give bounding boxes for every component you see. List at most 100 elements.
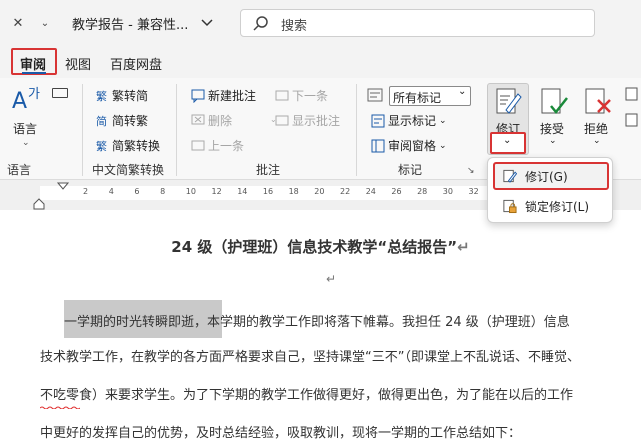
next-change-icon[interactable] (624, 112, 638, 131)
group-label-comments: 批注 (256, 163, 281, 177)
accept-label: 接受 (540, 122, 565, 136)
svg-text:A: A (12, 89, 27, 114)
ruler-number: 10 (185, 187, 196, 196)
keyboard-icon[interactable] (52, 88, 68, 98)
markup-icon (367, 88, 383, 105)
ruler-number: 18 (288, 187, 299, 196)
ruler-number: 8 (160, 187, 166, 196)
title-bar: ✕ ⌄ 教学报告 - 兼容性... 搜索 (0, 0, 641, 46)
accept-button[interactable]: 接受 (540, 120, 564, 137)
delete-comment-label: 删除 (208, 114, 233, 128)
track-changes-dropdown[interactable]: ⌄ (490, 132, 526, 154)
language-label: 语言 (13, 122, 38, 136)
show-comments-label: 显示批注 (292, 114, 341, 128)
show-markup-icon (370, 113, 385, 128)
reject-icon (583, 86, 613, 121)
paragraph-mark: ↵ (326, 272, 337, 286)
conversion-icon: 繁 (96, 139, 107, 153)
reject-button[interactable]: 拒绝 (584, 120, 608, 137)
ruler-number: 6 (134, 187, 140, 196)
chevron-down-icon[interactable]: ⌄ (593, 136, 601, 146)
search-input[interactable]: 搜索 (240, 9, 595, 37)
svg-text:가: 가 (28, 87, 40, 102)
ruler-number: 20 (314, 187, 325, 196)
ruler-number: 30 (442, 187, 453, 196)
previous-change-icon[interactable] (624, 86, 638, 105)
reject-label: 拒绝 (584, 122, 609, 136)
previous-comment-button[interactable]: 上一条 (190, 137, 244, 154)
new-comment-label: 新建批注 (208, 89, 257, 103)
chevron-down-icon: ⌄ (439, 115, 447, 126)
divider (356, 84, 357, 176)
tab-review[interactable]: 审阅 (20, 54, 46, 73)
delete-comment-button[interactable]: 删除 (190, 112, 232, 129)
show-markup-label: 显示标记 (388, 114, 437, 128)
active-tab-indicator (22, 72, 46, 74)
convert-button[interactable]: 繁简繁转换 (94, 137, 160, 154)
reviewing-pane-icon (370, 138, 385, 153)
track-changes-icon (494, 86, 522, 119)
first-line-indent-marker[interactable] (56, 181, 70, 195)
show-comments-button[interactable]: 显示批注 (274, 112, 340, 129)
next-comment-button[interactable]: 下一条 (274, 87, 328, 104)
reviewing-pane-label: 审阅窗格 (388, 139, 437, 153)
divider (176, 84, 177, 176)
ruler-number: 2 (83, 187, 89, 196)
paragraph-line: 中更好的发挥自己的优势，及时总结经验，吸取教训，现将一学期的工作总结如下： (40, 426, 522, 441)
document-title: 教学报告 - 兼容性... (72, 18, 189, 33)
menu-item-label: 修订(G) (525, 169, 568, 184)
heading-text: 24 级（护理班）信息技术教学“总结报告” (171, 238, 458, 256)
conversion-icon: 繁 (96, 89, 107, 103)
language-button[interactable]: 语言 (13, 120, 37, 137)
chevron-down-icon[interactable]: ⌄ (549, 136, 557, 146)
show-markup-button[interactable]: 显示标记 ⌄ (370, 112, 447, 129)
track-changes-icon (502, 169, 517, 184)
ruler-number: 26 (391, 187, 402, 196)
ruler-number: 14 (237, 187, 248, 196)
document-heading: 24 级（护理班）信息技术教学“总结报告”↵ (0, 236, 641, 257)
convert-label: 简繁转换 (112, 139, 161, 153)
ruler-number: 22 (340, 187, 351, 196)
menu-item-label: 锁定修订(L) (525, 199, 590, 214)
spelling-squiggle (39, 398, 81, 410)
new-comment-button[interactable]: 新建批注 (190, 87, 256, 104)
menu-item-lock-tracking[interactable]: 锁定修订(L) (494, 193, 606, 219)
to-traditional-label: 简转繁 (112, 114, 149, 128)
ribbon-tabs: 审阅 视图 百度网盘 (0, 46, 641, 78)
ruler-number: 12 (211, 187, 222, 196)
tab-baidu-netdisk[interactable]: 百度网盘 (110, 54, 162, 73)
paragraph-line: 技术教学工作，在教学的各方面严格要求自己，坚持课堂“三不”（即课堂上不乱说话、不… (40, 350, 580, 365)
previous-comment-label: 上一条 (208, 139, 245, 153)
tab-view[interactable]: 视图 (65, 54, 91, 73)
to-simplified-button[interactable]: 繁繁转简 (94, 87, 148, 104)
reviewing-pane-button[interactable]: 审阅窗格 ⌄ (370, 137, 447, 154)
new-comment-icon (190, 88, 205, 103)
ruler-number: 24 (365, 187, 376, 196)
conversion-icon: 简 (96, 114, 107, 128)
to-traditional-button[interactable]: 简简转繁 (94, 112, 148, 129)
accept-icon (539, 86, 569, 121)
previous-comment-icon (190, 138, 205, 153)
delete-comment-icon (190, 113, 205, 128)
group-label-tracking: 标记 (398, 163, 423, 177)
markup-select[interactable]: 所有标记 ⌄ (389, 86, 471, 106)
dialog-launcher-icon[interactable]: ↘ (467, 166, 475, 176)
ruler-number: 4 (108, 187, 114, 196)
markup-select-value: 所有标记 (393, 91, 442, 105)
ruler-number: 28 (417, 187, 428, 196)
show-comments-icon (274, 113, 289, 128)
divider (82, 84, 83, 176)
chevron-down-icon: ⌄ (503, 135, 512, 146)
chevron-down-icon[interactable]: ⌄ (22, 138, 30, 148)
track-changes-menu: 修订(G) 锁定修订(L) (487, 157, 613, 223)
chevron-down-icon: ⌄ (458, 86, 467, 97)
ruler-number: 32 (468, 187, 479, 196)
menu-item-track-changes[interactable]: 修订(G) (494, 163, 606, 189)
chevron-down-icon[interactable] (198, 14, 216, 32)
next-comment-label: 下一条 (292, 89, 329, 103)
customize-quick-access-icon[interactable]: ⌄ (36, 14, 54, 32)
search-placeholder: 搜索 (281, 19, 308, 34)
group-label-chinese-conversion: 中文简繁转换 (92, 163, 165, 177)
next-comment-icon (274, 88, 289, 103)
close-icon[interactable]: ✕ (9, 14, 27, 32)
